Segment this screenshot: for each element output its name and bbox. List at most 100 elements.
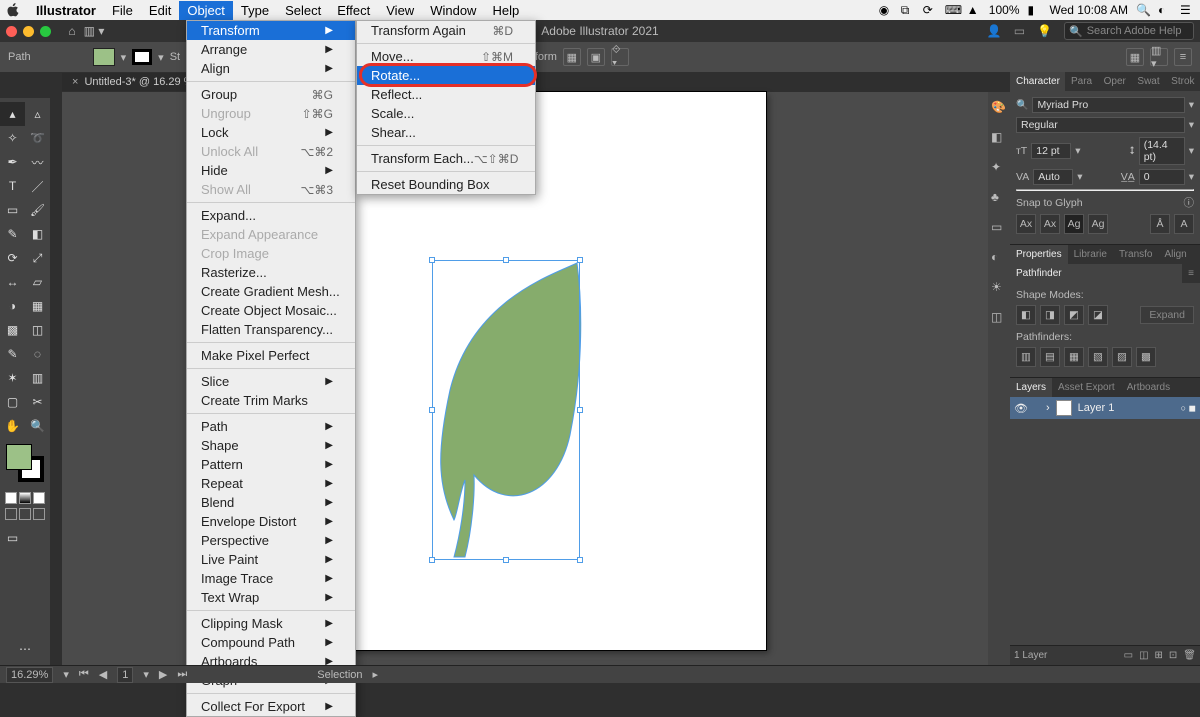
gradient-tool[interactable]: ◫: [25, 318, 50, 342]
expand-button[interactable]: Expand: [1140, 306, 1194, 324]
curvature-tool[interactable]: 〰: [25, 150, 50, 174]
appearance-icon[interactable]: ☀: [991, 280, 1007, 296]
menu-edit[interactable]: Edit: [141, 1, 179, 20]
menu-type[interactable]: Type: [233, 1, 277, 20]
stroke-swatch[interactable]: [132, 49, 152, 65]
isolate-icon[interactable]: ▣: [587, 48, 605, 66]
menu-item-arrange[interactable]: Arrange▶: [187, 40, 355, 59]
battery-icon[interactable]: ▮: [1028, 3, 1042, 17]
share-icon[interactable]: 👤: [987, 24, 1002, 38]
exclude-icon[interactable]: ◪: [1088, 305, 1108, 325]
shape-props-icon[interactable]: ▦: [563, 48, 581, 66]
menu-view[interactable]: View: [378, 1, 422, 20]
snap-pixel-icon[interactable]: ▦: [1126, 48, 1144, 66]
draw-behind[interactable]: [19, 508, 31, 520]
none-mode[interactable]: [33, 492, 45, 504]
submenu-item-transform-again[interactable]: Transform Again⌘D: [357, 21, 535, 40]
handle-tl[interactable]: [429, 257, 435, 263]
screen-mode[interactable]: ▭: [0, 526, 25, 550]
zoom-tool[interactable]: 🔍: [25, 414, 50, 438]
submenu-item-move[interactable]: Move...⇧⌘M: [357, 47, 535, 66]
selection-tool[interactable]: ▴: [0, 102, 25, 126]
scale-tool[interactable]: ⤢: [25, 246, 50, 270]
snap-glyph-bounds-icon[interactable]: Ag: [1064, 214, 1084, 234]
menu-item-transform[interactable]: Transform▶: [187, 21, 355, 40]
menu-effect[interactable]: Effect: [329, 1, 378, 20]
document-tab[interactable]: × Untitled-3* @ 16.29 %: [62, 73, 203, 91]
menu-item-hide[interactable]: Hide▶: [187, 161, 355, 180]
edit-toolbar[interactable]: ⋯: [0, 637, 50, 661]
zoom-window-button[interactable]: [40, 26, 51, 37]
help-search-input[interactable]: 🔍 Search Adobe Help: [1064, 22, 1194, 40]
tab-layers[interactable]: Layers: [1010, 378, 1052, 397]
handle-bc[interactable]: [503, 557, 509, 563]
handle-ml[interactable]: [429, 407, 435, 413]
snap-baseline-icon[interactable]: Ax: [1016, 214, 1036, 234]
menu-item-group[interactable]: Group⌘G: [187, 85, 355, 104]
draw-normal[interactable]: [5, 508, 17, 520]
cc-status-icon[interactable]: ◉: [879, 3, 893, 17]
menu-item-create-gradient-mesh[interactable]: Create Gradient Mesh...: [187, 282, 355, 301]
rectangle-tool[interactable]: ▭: [0, 198, 25, 222]
menu-item-shape[interactable]: Shape▶: [187, 436, 355, 455]
arrange-docs-icon[interactable]: ▭: [1014, 24, 1025, 38]
delete-layer-icon[interactable]: 🗑: [1183, 650, 1196, 661]
disclosure-icon[interactable]: ›: [1046, 402, 1050, 414]
menu-item-pattern[interactable]: Pattern▶: [187, 455, 355, 474]
menu-item-perspective[interactable]: Perspective▶: [187, 531, 355, 550]
menu-item-envelope-distort[interactable]: Envelope Distort▶: [187, 512, 355, 531]
target-icon[interactable]: ○ ◼: [1181, 403, 1196, 414]
snap-xheight-icon[interactable]: Ax: [1040, 214, 1060, 234]
menu-item-make-pixel-perfect[interactable]: Make Pixel Perfect: [187, 346, 355, 365]
blend-tool[interactable]: ◌: [25, 342, 50, 366]
fill-swatch[interactable]: [93, 48, 115, 66]
minus-front-icon[interactable]: ◨: [1040, 305, 1060, 325]
handle-br[interactable]: [577, 557, 583, 563]
artboard-tool[interactable]: ▢: [0, 390, 25, 414]
keyboard-icon[interactable]: ⌨: [945, 3, 959, 17]
hand-tool[interactable]: ✋: [0, 414, 25, 438]
tab-properties[interactable]: Properties: [1010, 245, 1068, 264]
artboard-prev[interactable]: ⏮: [79, 668, 89, 681]
color-mode[interactable]: [5, 492, 17, 504]
gradient-mode[interactable]: [19, 492, 31, 504]
draw-inside[interactable]: [33, 508, 45, 520]
wifi-icon[interactable]: ▲: [967, 3, 981, 17]
new-layer-icon[interactable]: ⊡: [1169, 650, 1177, 661]
pen-tool[interactable]: ✒: [0, 150, 25, 174]
artboard-dropdown[interactable]: ▾: [143, 668, 149, 681]
trim-icon[interactable]: ▤: [1040, 347, 1060, 367]
artboard-back[interactable]: ◀: [99, 668, 107, 681]
zoom-field[interactable]: 16.29%: [6, 667, 53, 683]
handle-tc[interactable]: [503, 257, 509, 263]
shape-builder-tool[interactable]: ◑: [0, 294, 25, 318]
menu-item-flatten-transparency[interactable]: Flatten Transparency...: [187, 320, 355, 339]
unite-icon[interactable]: ◧: [1016, 305, 1036, 325]
line-tool[interactable]: ／: [25, 174, 50, 198]
menu-item-slice[interactable]: Slice▶: [187, 372, 355, 391]
artboard-next[interactable]: ⏭: [177, 668, 187, 681]
menu-item-live-paint[interactable]: Live Paint▶: [187, 550, 355, 569]
rotate-tool[interactable]: ⟳: [0, 246, 25, 270]
layer-name[interactable]: Layer 1: [1078, 402, 1115, 414]
tab-asset-export[interactable]: Asset Export: [1052, 378, 1121, 397]
artboard-fwd[interactable]: ▶: [159, 668, 167, 681]
menu-item-create-object-mosaic[interactable]: Create Object Mosaic...: [187, 301, 355, 320]
transparency-icon[interactable]: ◫: [991, 310, 1007, 326]
gradient-panel-icon[interactable]: ◐: [991, 250, 1007, 266]
zoom-dropdown[interactable]: ▾: [63, 668, 69, 681]
width-tool[interactable]: ↔: [0, 270, 25, 294]
direct-selection-tool[interactable]: ▵: [25, 102, 50, 126]
paintbrush-tool[interactable]: 🖌: [25, 198, 50, 222]
close-tab-icon[interactable]: ×: [72, 76, 78, 88]
menu-window[interactable]: Window: [422, 1, 484, 20]
artboard-field[interactable]: 1: [117, 667, 133, 683]
tab-paragraph[interactable]: Para: [1065, 72, 1098, 91]
tab-transform[interactable]: Transfo: [1113, 245, 1159, 264]
select-similar-icon[interactable]: ⟐ ▾: [611, 48, 629, 66]
siri-icon[interactable]: ◐: [1158, 3, 1172, 17]
gpu-icon[interactable]: 💡: [1037, 24, 1052, 38]
shaper-tool[interactable]: ✎: [0, 222, 25, 246]
free-transform-tool[interactable]: ▱: [25, 270, 50, 294]
handle-tr[interactable]: [577, 257, 583, 263]
